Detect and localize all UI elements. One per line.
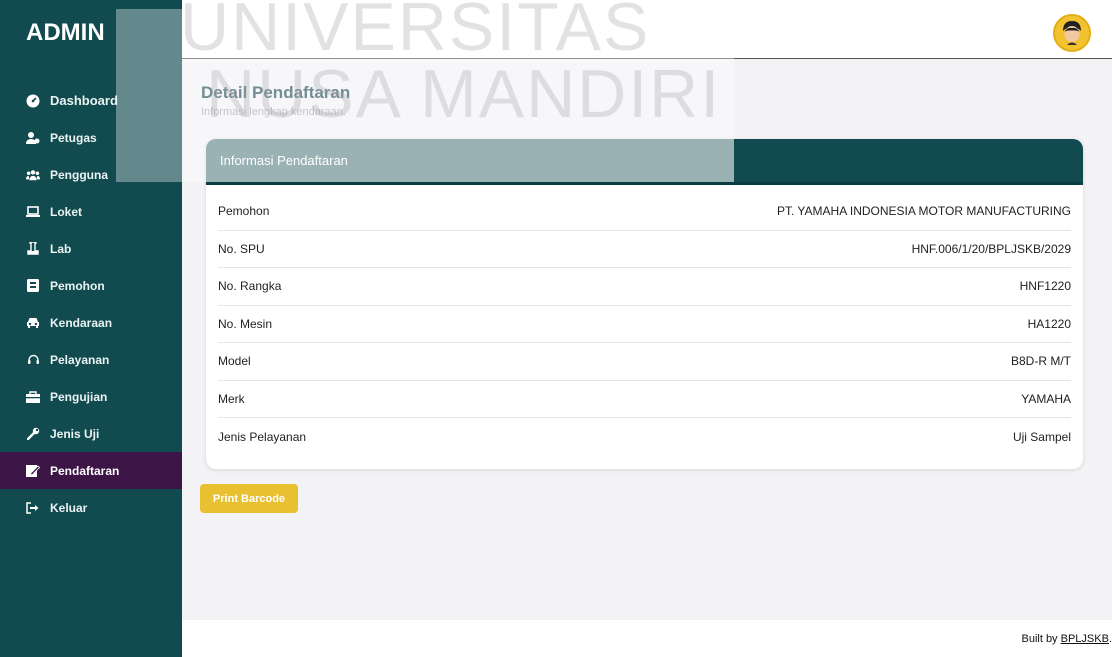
- print-barcode-button[interactable]: Print Barcode: [200, 484, 298, 513]
- user-avatar-icon: [1063, 21, 1081, 45]
- detail-label: No. Mesin: [218, 316, 273, 331]
- sidebar-item-dashboard[interactable]: Dashboard: [0, 82, 182, 119]
- sidebar-item-label: Dashboard: [50, 93, 118, 108]
- wrench-icon: [26, 427, 40, 441]
- detail-label: No. SPU: [218, 241, 265, 256]
- sidebar-item-label: Loket: [50, 204, 83, 219]
- detail-row-merk: Merk YAMAHA: [218, 381, 1071, 418]
- sidebar-item-pelayanan[interactable]: Pelayanan: [0, 341, 182, 378]
- detail-value: PT. YAMAHA INDONESIA MOTOR MANUFACTURING: [776, 204, 1071, 219]
- sidebar-item-pengujian[interactable]: Pengujian: [0, 378, 182, 415]
- brand-title: ADMIN: [26, 19, 105, 46]
- pen-square-icon: [26, 464, 40, 478]
- detail-value: HA1220: [1027, 316, 1071, 331]
- detail-row-no-rangka: No. Rangka HNF1220: [218, 268, 1071, 306]
- detail-label: Merk: [218, 391, 245, 406]
- detail-label: Jenis Pelayanan: [218, 429, 307, 444]
- sidebar-item-label: Pengujian: [50, 389, 108, 404]
- detail-value: Uji Sampel: [1012, 429, 1071, 444]
- sidebar-item-label: Jenis Uji: [50, 426, 100, 441]
- detail-row-no-mesin: No. Mesin HA1220: [218, 306, 1071, 343]
- user-tie-icon: [26, 131, 40, 145]
- sidebar-item-label: Pengguna: [50, 167, 109, 182]
- users-icon: [26, 168, 40, 182]
- card-header-title: Informasi Pendaftaran: [220, 153, 348, 168]
- footer: Built by BPLJSKB.: [182, 620, 1112, 657]
- detail-value: HNF.006/1/20/BPLJSKB/2029: [911, 241, 1071, 256]
- sidebar-item-label: Kendaraan: [50, 315, 113, 330]
- sidebar-item-label: Lab: [50, 241, 72, 256]
- sidebar-item-loket[interactable]: Loket: [0, 193, 182, 230]
- detail-label: No. Rangka: [218, 279, 282, 294]
- avatar[interactable]: [1053, 14, 1091, 52]
- detail-value: B8D-R M/T: [1011, 354, 1071, 369]
- registration-info-card: Informasi Pendaftaran Pemohon PT. YAMAHA…: [206, 139, 1083, 469]
- sidebar-item-pendaftaran[interactable]: Pendaftaran: [0, 452, 182, 489]
- footer-text: Built by: [1021, 632, 1058, 645]
- sidebar-item-label: Keluar: [50, 500, 88, 515]
- sidebar-item-pemohon[interactable]: Pemohon: [0, 267, 182, 304]
- id-card-icon: [26, 279, 40, 293]
- sidebar-item-keluar[interactable]: Keluar: [0, 489, 182, 526]
- detail-row-no-spu: No. SPU HNF.006/1/20/BPLJSKB/2029: [218, 231, 1071, 268]
- sidebar-item-pengguna[interactable]: Pengguna: [0, 156, 182, 193]
- flask-icon: [26, 242, 40, 256]
- car-icon: [26, 316, 40, 330]
- sidebar-nav: Dashboard Petugas Pengguna Loket Lab Pem…: [0, 82, 182, 526]
- page-title: Detail Pendaftaran: [201, 83, 351, 102]
- footer-link[interactable]: BPLJSKB: [1061, 633, 1109, 645]
- laptop-icon: [26, 205, 40, 219]
- sidebar: ADMIN Dashboard Petugas Pengguna Loket L…: [0, 0, 182, 657]
- sidebar-item-petugas[interactable]: Petugas: [0, 119, 182, 156]
- sidebar-item-label: Pelayanan: [50, 352, 110, 367]
- detail-label: Model: [218, 354, 251, 369]
- detail-row-jenis-pelayanan: Jenis Pelayanan Uji Sampel: [218, 418, 1071, 456]
- detail-row-pemohon: Pemohon PT. YAMAHA INDONESIA MOTOR MANUF…: [218, 193, 1071, 231]
- detail-row-model: Model B8D-R M/T: [218, 343, 1071, 381]
- detail-value: HNF1220: [1019, 279, 1071, 294]
- sidebar-item-lab[interactable]: Lab: [0, 230, 182, 267]
- sidebar-item-label: Pemohon: [50, 278, 105, 293]
- toolbox-icon: [26, 390, 40, 404]
- sidebar-item-label: Pendaftaran: [50, 463, 120, 478]
- detail-value: YAMAHA: [1021, 391, 1071, 406]
- top-bar: [182, 0, 1112, 59]
- page-subtitle: Informasi lengkap kendaraan.: [201, 106, 346, 118]
- headset-icon: [26, 353, 40, 367]
- sidebar-item-jenis-uji[interactable]: Jenis Uji: [0, 415, 182, 452]
- sign-out-icon: [26, 501, 40, 515]
- card-header: Informasi Pendaftaran: [206, 139, 1083, 185]
- dashboard-icon: [26, 94, 40, 108]
- sidebar-item-label: Petugas: [50, 130, 97, 145]
- detail-label: Pemohon: [218, 204, 270, 219]
- detail-rows: Pemohon PT. YAMAHA INDONESIA MOTOR MANUF…: [206, 193, 1083, 456]
- sidebar-item-kendaraan[interactable]: Kendaraan: [0, 304, 182, 341]
